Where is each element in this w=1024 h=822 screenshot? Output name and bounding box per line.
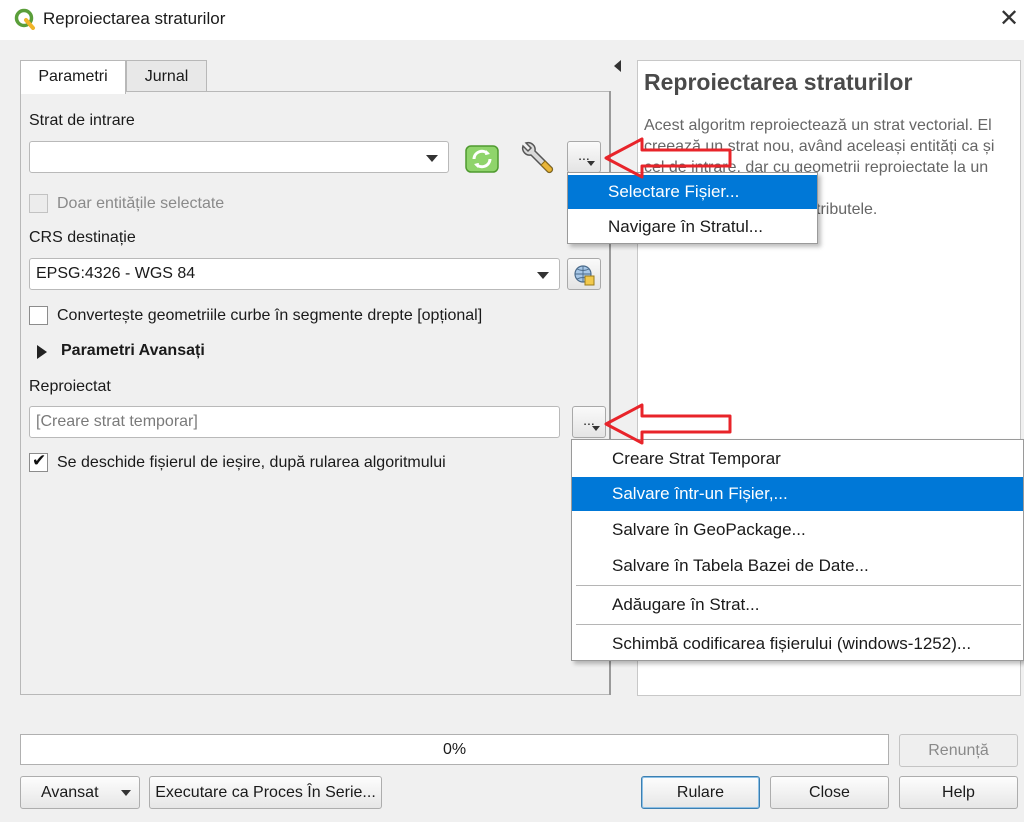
input-layer-label: Strat de intrare	[29, 112, 135, 129]
selected-only-label: Doar entitățile selectate	[57, 195, 225, 212]
open-output-checkbox[interactable]	[29, 451, 48, 472]
chevron-down-icon	[426, 155, 438, 162]
menu-indicator-icon	[592, 426, 600, 431]
close-button[interactable]: Close	[770, 776, 889, 809]
annotation-arrow-icon	[604, 137, 732, 179]
input-layer-combo[interactable]	[29, 141, 449, 173]
output-destination-field[interactable]: [Creare strat temporar]	[29, 406, 560, 438]
annotation-arrow-icon	[604, 403, 732, 445]
menu-item-save-geopackage[interactable]: Salvare în GeoPackage...	[572, 513, 1023, 547]
run-button[interactable]: Rulare	[641, 776, 760, 809]
menu-item-select-file[interactable]: Selectare Fișier...	[568, 175, 817, 209]
selected-only-checkbox[interactable]	[29, 194, 48, 213]
open-output-label: Se deschide fișierul de ieșire, după rul…	[57, 454, 446, 471]
cancel-button[interactable]: Renunță	[899, 734, 1018, 767]
advanced-label: Avansat	[41, 784, 99, 801]
help-line: Acest algoritm reproiectează un strat ve…	[644, 117, 992, 134]
chevron-down-icon	[537, 272, 549, 279]
close-window-icon[interactable]: ✕	[994, 4, 1024, 34]
menu-item-append-layer[interactable]: Adăugare în Strat...	[572, 588, 1023, 622]
crs-combo[interactable]: EPSG:4326 - WGS 84	[29, 258, 560, 290]
output-browse-menu: Creare Strat Temporar Salvare într-un Fi…	[571, 439, 1024, 661]
menu-indicator-icon	[587, 161, 595, 166]
convert-curves-checkbox[interactable]	[29, 306, 48, 325]
menu-item-save-database[interactable]: Salvare în Tabela Bazei de Date...	[572, 549, 1023, 583]
crs-label: CRS destinație	[29, 229, 136, 246]
window-title: Reproiectarea straturilor	[43, 9, 226, 28]
collapse-help-icon[interactable]	[614, 60, 621, 72]
advanced-dropdown-button[interactable]: Avansat	[20, 776, 140, 809]
menu-item-save-to-file[interactable]: Salvare într-un Fișier,...	[572, 477, 1023, 511]
iterate-refresh-icon[interactable]	[463, 142, 501, 176]
menu-item-change-encoding[interactable]: Schimbă codificarea fișierului (windows-…	[572, 627, 1023, 661]
wrench-icon[interactable]	[515, 140, 555, 178]
menu-separator	[576, 624, 1021, 625]
progress-bar: 0%	[20, 734, 889, 765]
advanced-parameters-toggle[interactable]: Parametri Avansați	[61, 342, 205, 360]
expand-triangle-icon[interactable]	[37, 345, 47, 359]
help-button[interactable]: Help	[899, 776, 1018, 809]
menu-item-browse-layer[interactable]: Navigare în Stratul...	[568, 210, 817, 244]
menu-item-create-temporary[interactable]: Creare Strat Temporar	[572, 442, 1023, 476]
output-browse-button[interactable]: ...	[572, 406, 606, 438]
tab-parametri[interactable]: Parametri	[20, 60, 126, 94]
input-browse-menu: Selectare Fișier... Navigare în Stratul.…	[567, 172, 818, 244]
qgis-logo-icon	[14, 8, 35, 30]
progress-text: 0%	[442, 741, 467, 758]
help-title: Reproiectarea straturilor	[644, 69, 913, 95]
output-label: Reproiectat	[29, 378, 111, 395]
batch-process-button[interactable]: Executare ca Proces În Serie...	[149, 776, 382, 809]
tab-jurnal[interactable]: Jurnal	[126, 60, 207, 92]
globe-icon	[574, 265, 595, 286]
crs-value: EPSG:4326 - WGS 84	[36, 265, 196, 282]
input-layer-browse-button[interactable]: ...	[567, 141, 601, 173]
crs-select-button[interactable]	[567, 258, 601, 290]
chevron-down-icon	[121, 790, 131, 796]
menu-separator	[576, 585, 1021, 586]
output-placeholder: [Creare strat temporar]	[36, 413, 198, 430]
convert-curves-label: Convertește geometriile curbe în segment…	[57, 307, 483, 324]
